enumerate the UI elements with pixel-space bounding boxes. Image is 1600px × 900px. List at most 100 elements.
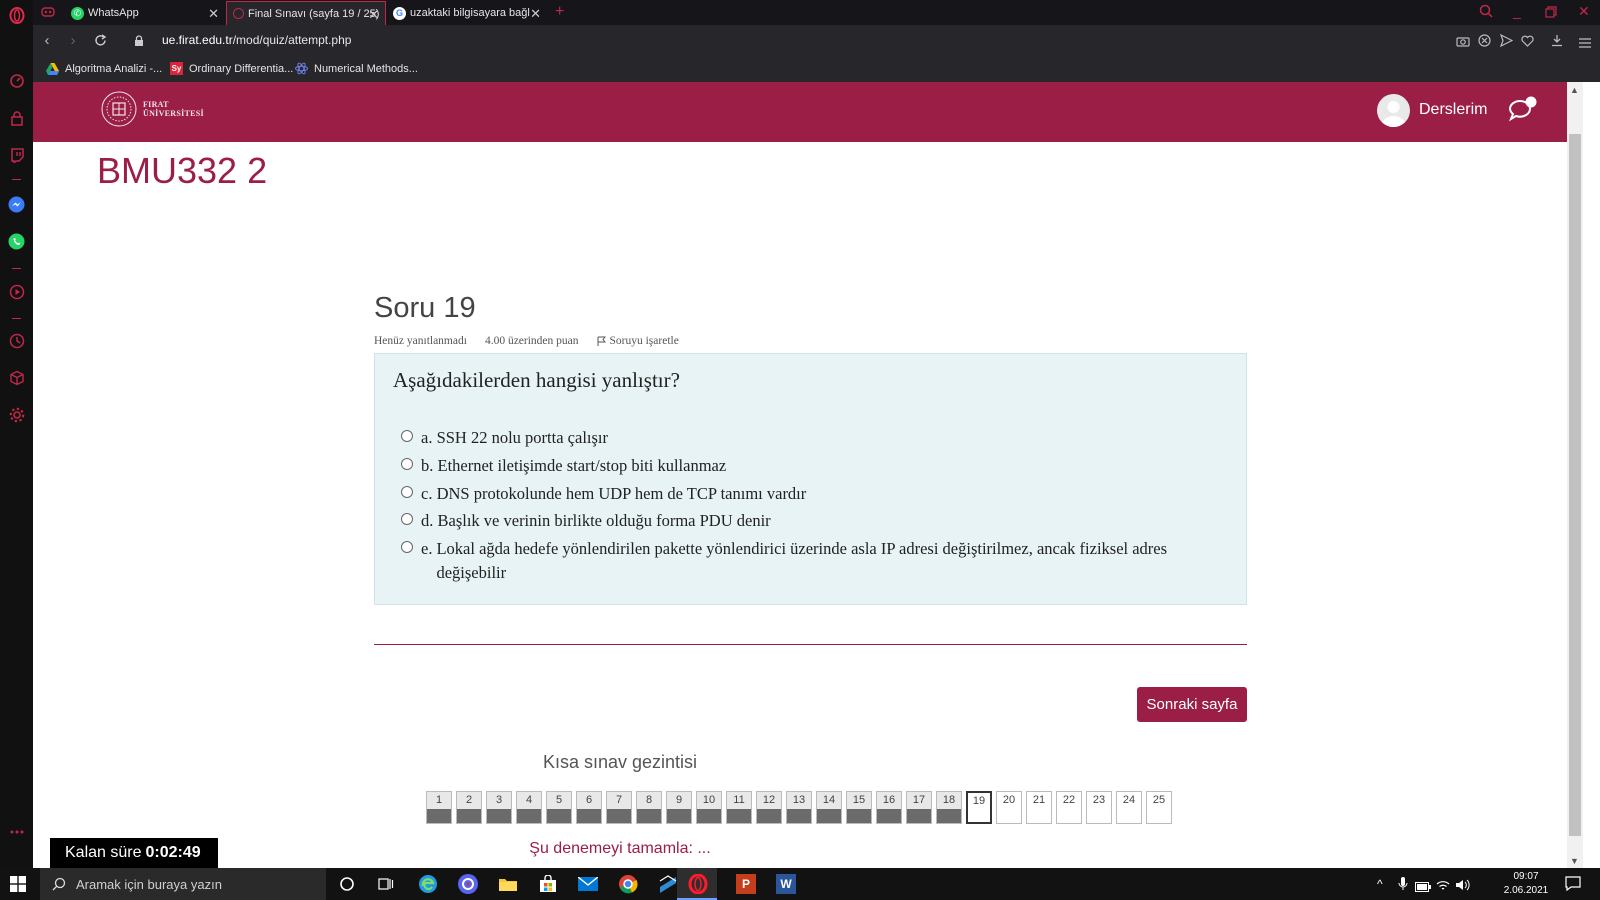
notifications-icon[interactable] — [1565, 876, 1581, 896]
question-nav-button-11[interactable]: 11 — [726, 791, 752, 824]
flag-question-link[interactable]: Soruyu işaretle — [597, 335, 697, 347]
answer-option-e[interactable]: e. Lokal ağda hedefe yönlendirilen pakett… — [401, 537, 1221, 585]
question-nav-button-24[interactable]: 24 — [1116, 791, 1142, 824]
extensions-icon[interactable] — [8, 369, 25, 386]
radio-button[interactable] — [401, 486, 413, 498]
battery-icon[interactable] — [1415, 879, 1431, 897]
bookmark-algorithm[interactable]: Algoritma Analizi -... — [46, 62, 162, 75]
twitch-icon[interactable] — [8, 146, 25, 163]
question-nav-button-25[interactable]: 25 — [1146, 791, 1172, 824]
microsoft-store-icon[interactable] — [536, 872, 560, 896]
question-nav-button-2[interactable]: 2 — [456, 791, 482, 824]
new-tab-button[interactable]: + — [555, 3, 564, 21]
question-nav-button-7[interactable]: 7 — [606, 791, 632, 824]
answer-label[interactable]: c. DNS protokolunde hem UDP hem de TCP t… — [421, 482, 1221, 506]
question-nav-button-1[interactable]: 1 — [426, 791, 452, 824]
question-nav-button-9[interactable]: 9 — [666, 791, 692, 824]
speed-dial-icon[interactable] — [8, 72, 25, 89]
heart-icon[interactable] — [1521, 34, 1534, 52]
question-nav-button-16[interactable]: 16 — [876, 791, 902, 824]
minimize-button[interactable]: _ — [1513, 3, 1521, 19]
university-logo[interactable]: FIRAT ÜNİVERSİTESİ — [101, 91, 204, 127]
tab-remote-desktop[interactable]: G uzaktaki bilgisayara bağlan ✕ — [387, 1, 547, 25]
ad-blocker-icon[interactable] — [1478, 34, 1491, 52]
player-icon[interactable] — [8, 283, 25, 300]
cortana-icon[interactable] — [335, 872, 359, 896]
radio-button[interactable] — [401, 541, 413, 553]
snapshot-icon[interactable] — [1456, 34, 1470, 52]
lock-icon[interactable] — [134, 34, 144, 52]
messenger-icon[interactable] — [8, 196, 25, 213]
question-nav-button-17[interactable]: 17 — [906, 791, 932, 824]
back-button[interactable]: ‹ — [38, 32, 56, 50]
opera-menu-icon[interactable] — [8, 7, 25, 24]
reload-button[interactable] — [91, 32, 109, 50]
powerpoint-icon[interactable]: P — [736, 874, 756, 894]
search-tabs-icon[interactable] — [1479, 4, 1493, 23]
close-window-button[interactable]: ✕ — [1578, 3, 1590, 20]
close-icon[interactable]: ✕ — [368, 7, 379, 23]
question-nav-button-15[interactable]: 15 — [846, 791, 872, 824]
finish-attempt-link[interactable]: Şu denemeyi tamamla: ... — [529, 840, 710, 857]
scroll-up-arrow[interactable]: ▲ — [1570, 85, 1579, 95]
whatsapp-icon[interactable] — [8, 233, 25, 250]
taskbar-search-box[interactable]: Aramak için buraya yazın — [40, 868, 326, 900]
bookmark-numerical-methods[interactable]: Numerical Methods... — [295, 62, 418, 75]
question-nav-button-18[interactable]: 18 — [936, 791, 962, 824]
page-scrollbar[interactable]: ▲ ▼ — [1567, 82, 1583, 868]
answer-option-d[interactable]: d. Başlık ve verinin birlikte olduğu for… — [401, 509, 1221, 533]
question-nav-button-10[interactable]: 10 — [696, 791, 722, 824]
system-clock[interactable]: 09:07 2.06.2021 — [1496, 870, 1556, 898]
question-nav-button-19[interactable]: 19 — [966, 791, 992, 824]
tab-island-icon[interactable] — [41, 5, 55, 24]
answer-option-a[interactable]: a. SSH 22 nolu portta çalışır — [401, 426, 1221, 450]
task-view-icon[interactable] — [374, 872, 398, 896]
volume-icon[interactable] — [1455, 878, 1470, 896]
history-icon[interactable] — [8, 332, 25, 349]
more-options-icon[interactable] — [8, 823, 25, 840]
answer-option-b[interactable]: b. Ethernet iletişimde start/stop biti k… — [401, 454, 1221, 478]
user-avatar[interactable] — [1377, 94, 1410, 127]
bookmark-ordinary-differential[interactable]: Sy Ordinary Differentia... — [170, 62, 293, 75]
download-icon[interactable] — [1551, 34, 1563, 52]
discord-like-app-icon[interactable] — [456, 872, 480, 896]
edge-icon[interactable] — [416, 872, 440, 896]
opera-icon[interactable] — [686, 872, 710, 896]
scroll-thumb[interactable] — [1569, 134, 1581, 836]
settings-icon[interactable] — [8, 406, 25, 423]
question-nav-button-13[interactable]: 13 — [786, 791, 812, 824]
answer-label[interactable]: a. SSH 22 nolu portta çalışır — [421, 426, 1221, 450]
answer-label[interactable]: e. Lokal ağda hedefe yönlendirilen pakett… — [421, 537, 1221, 585]
question-nav-button-21[interactable]: 21 — [1026, 791, 1052, 824]
question-nav-button-22[interactable]: 22 — [1056, 791, 1082, 824]
question-nav-button-23[interactable]: 23 — [1086, 791, 1112, 824]
file-explorer-icon[interactable] — [496, 872, 520, 896]
messages-icon[interactable] — [1507, 96, 1537, 131]
close-icon[interactable]: ✕ — [208, 6, 219, 22]
radio-button[interactable] — [401, 513, 413, 525]
wifi-icon[interactable] — [1436, 878, 1450, 896]
radio-button[interactable] — [401, 458, 413, 470]
show-hidden-icons-icon[interactable]: ^ — [1377, 877, 1383, 891]
forward-button[interactable]: › — [64, 32, 82, 50]
microphone-icon[interactable] — [1398, 877, 1408, 896]
restore-button[interactable] — [1545, 5, 1557, 23]
question-nav-button-12[interactable]: 12 — [756, 791, 782, 824]
question-nav-button-5[interactable]: 5 — [546, 791, 572, 824]
close-icon[interactable]: ✕ — [530, 6, 541, 22]
next-page-button[interactable]: Sonraki sayfa — [1137, 687, 1247, 722]
radio-button[interactable] — [401, 430, 413, 442]
url-field[interactable]: ue.firat.edu.tr/mod/quiz/attempt.php — [162, 33, 351, 47]
my-courses-link[interactable]: Derslerim — [1419, 101, 1487, 119]
tab-whatsapp[interactable]: ✆ WhatsApp ✕ — [65, 1, 225, 25]
send-icon[interactable] — [1499, 33, 1514, 52]
answer-label[interactable]: d. Başlık ve verinin birlikte olduğu for… — [421, 509, 1221, 533]
question-nav-button-3[interactable]: 3 — [486, 791, 512, 824]
easy-setup-icon[interactable] — [1579, 35, 1591, 53]
question-nav-button-4[interactable]: 4 — [516, 791, 542, 824]
shopping-bag-icon[interactable] — [8, 110, 25, 127]
question-nav-button-8[interactable]: 8 — [636, 791, 662, 824]
windows-start-icon[interactable] — [10, 876, 26, 892]
word-icon[interactable]: W — [776, 874, 796, 894]
tab-final-exam[interactable]: Final Sınavı (sayfa 19 / 25) ✕ — [226, 1, 386, 25]
